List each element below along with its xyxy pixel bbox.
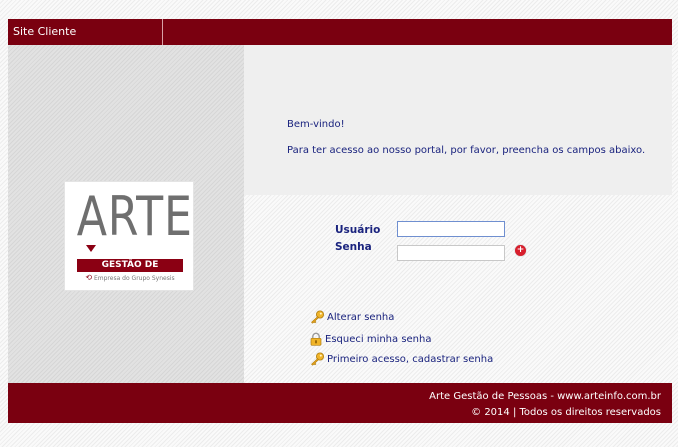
password-label: Senha	[335, 241, 372, 253]
arte-logo: ARTE GESTÃO DE PESSOAS ⟲ Empresa do Grup…	[64, 181, 194, 291]
footer-company: Arte Gestão de Pessoas - www.arteinfo.co…	[429, 391, 661, 402]
logo-word: ARTE	[76, 185, 193, 248]
top-bar: Site Cliente	[8, 19, 672, 45]
logo-subtitle-text: Empresa do Grupo Synesis	[93, 275, 175, 282]
logo-triangle-icon	[86, 245, 96, 252]
page: Site Cliente ARTE GESTÃO DE PESSOAS ⟲ Em…	[8, 19, 672, 423]
link-label: Alterar senha	[327, 311, 395, 323]
site-cliente-tab[interactable]: Site Cliente	[8, 19, 163, 45]
username-input[interactable]	[397, 221, 505, 237]
left-panel: ARTE GESTÃO DE PESSOAS ⟲ Empresa do Grup…	[8, 45, 244, 383]
logo-subtitle: ⟲ Empresa do Grupo Synesis	[75, 274, 185, 283]
link-label: Esqueci minha senha	[325, 333, 432, 345]
welcome-instruction: Para ter acesso ao nosso portal, por fav…	[287, 145, 646, 156]
welcome-panel: Bem-vindo! Para ter acesso ao nosso port…	[244, 45, 672, 195]
welcome-greeting: Bem-vindo!	[287, 119, 345, 130]
change-password-link[interactable]: Alterar senha	[309, 310, 394, 324]
lock-icon	[310, 332, 322, 346]
forgot-password-link[interactable]: Esqueci minha senha	[309, 332, 432, 346]
first-access-link[interactable]: Primeiro acesso, cadastrar senha	[309, 352, 493, 366]
login-form: Usuário Senha + Alterar senha Esqueci mi…	[244, 195, 672, 383]
footer-copyright: © 2014 | Todos os direitos reservados	[471, 407, 661, 418]
key-icon	[311, 310, 324, 324]
key-icon	[311, 352, 324, 366]
logo-bar-text: GESTÃO DE PESSOAS	[77, 259, 183, 283]
link-label: Primeiro acesso, cadastrar senha	[327, 353, 494, 365]
username-label: Usuário	[335, 224, 381, 236]
plus-circle-icon[interactable]: +	[515, 245, 526, 256]
footer: Arte Gestão de Pessoas - www.arteinfo.co…	[8, 383, 672, 423]
synesis-mark-icon: ⟲	[85, 273, 93, 282]
password-input[interactable]	[397, 245, 505, 261]
